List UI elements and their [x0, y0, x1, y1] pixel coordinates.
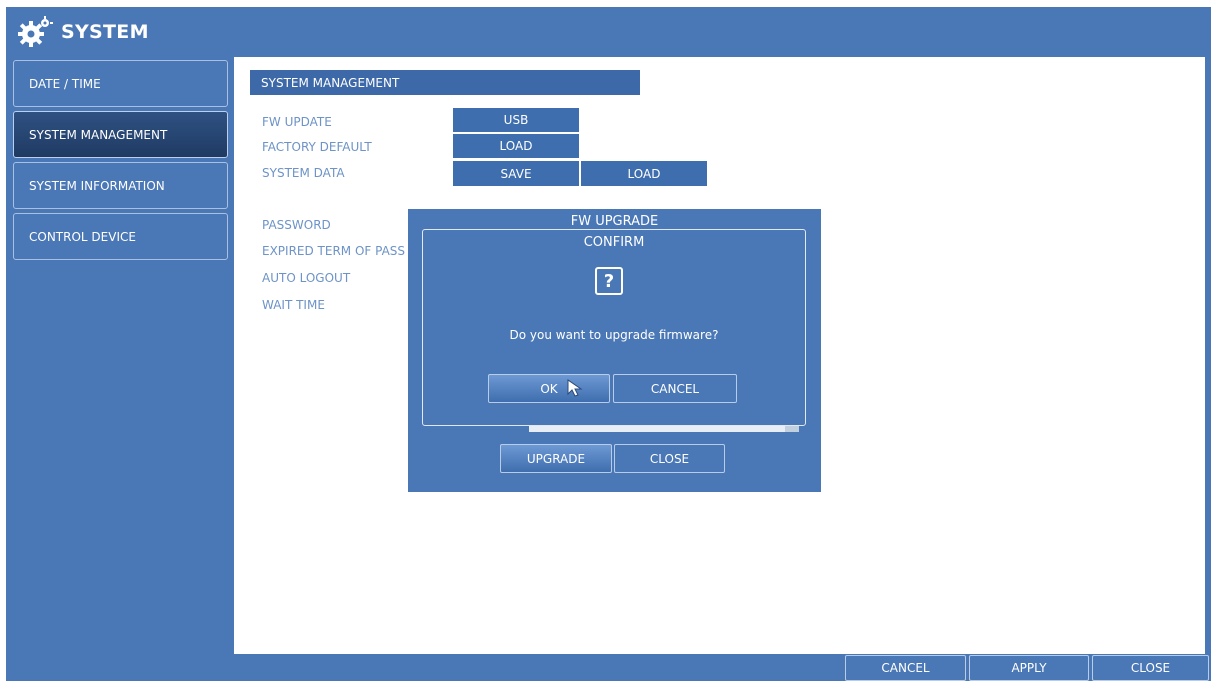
system-data-load-button[interactable]: LOAD: [581, 161, 707, 186]
expired-term-label: EXPIRED TERM OF PASS: [262, 244, 406, 258]
sidebar-item-system-management[interactable]: SYSTEM MANAGEMENT: [13, 111, 228, 158]
sidebar-item-control-device[interactable]: CONTROL DEVICE: [13, 213, 228, 260]
auto-logout-label: AUTO LOGOUT: [262, 271, 351, 285]
ok-button[interactable]: OK: [488, 374, 610, 403]
sidebar-item-label: CONTROL DEVICE: [29, 229, 136, 244]
section-title: SYSTEM MANAGEMENT: [261, 75, 400, 90]
fw-upgrade-title: FW UPGRADE: [570, 214, 659, 229]
fw-update-label: FW UPDATE: [262, 115, 332, 129]
sidebar-item-label: SYSTEM INFORMATION: [29, 178, 165, 193]
section-header: SYSTEM MANAGEMENT: [250, 70, 640, 95]
sidebar-item-label: DATE / TIME: [29, 76, 101, 91]
progress-bar-end: [785, 425, 799, 432]
confirm-dialog: CONFIRM ? Do you want to upgrade firmwar…: [422, 229, 806, 426]
confirm-title: CONFIRM: [583, 235, 645, 250]
factory-load-button[interactable]: LOAD: [453, 134, 579, 158]
window-title: SYSTEM: [61, 21, 149, 43]
mouse-cursor-icon: [567, 379, 583, 397]
upgrade-button[interactable]: UPGRADE: [500, 444, 612, 473]
system-data-save-button[interactable]: SAVE: [453, 161, 579, 186]
gear-icon: [17, 16, 53, 48]
ok-label: OK: [540, 381, 558, 396]
system-data-label: SYSTEM DATA: [262, 166, 345, 180]
confirm-cancel-button[interactable]: CANCEL: [613, 374, 737, 403]
fw-close-button[interactable]: CLOSE: [614, 444, 725, 473]
window-header: SYSTEM: [17, 16, 149, 48]
usb-button[interactable]: USB: [453, 108, 579, 132]
footer-cancel-button[interactable]: CANCEL: [845, 655, 966, 681]
factory-default-label: FACTORY DEFAULT: [262, 140, 372, 154]
question-icon: ?: [595, 267, 623, 295]
confirm-message: Do you want to upgrade firmware?: [509, 328, 719, 342]
sidebar-item-system-information[interactable]: SYSTEM INFORMATION: [13, 162, 228, 209]
sidebar-item-label: SYSTEM MANAGEMENT: [29, 127, 168, 142]
wait-time-label: WAIT TIME: [262, 298, 325, 312]
sidebar-item-date-time[interactable]: DATE / TIME: [13, 60, 228, 107]
password-label: PASSWORD: [262, 218, 331, 232]
footer-close-button[interactable]: CLOSE: [1092, 655, 1209, 681]
apply-button[interactable]: APPLY: [969, 655, 1089, 681]
upgrade-progress-bar: [529, 425, 799, 432]
